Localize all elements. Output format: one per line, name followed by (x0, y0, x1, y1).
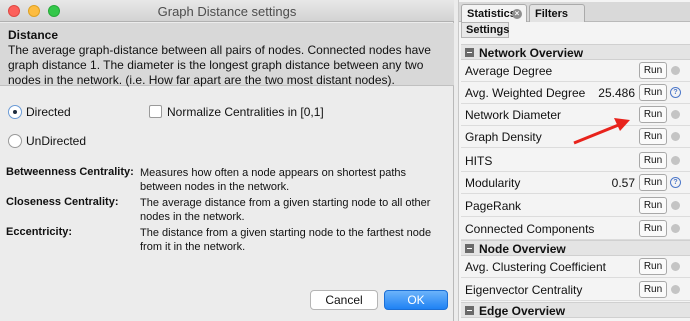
annotation-arrow (573, 118, 630, 145)
arrow-shaft (573, 122, 622, 145)
